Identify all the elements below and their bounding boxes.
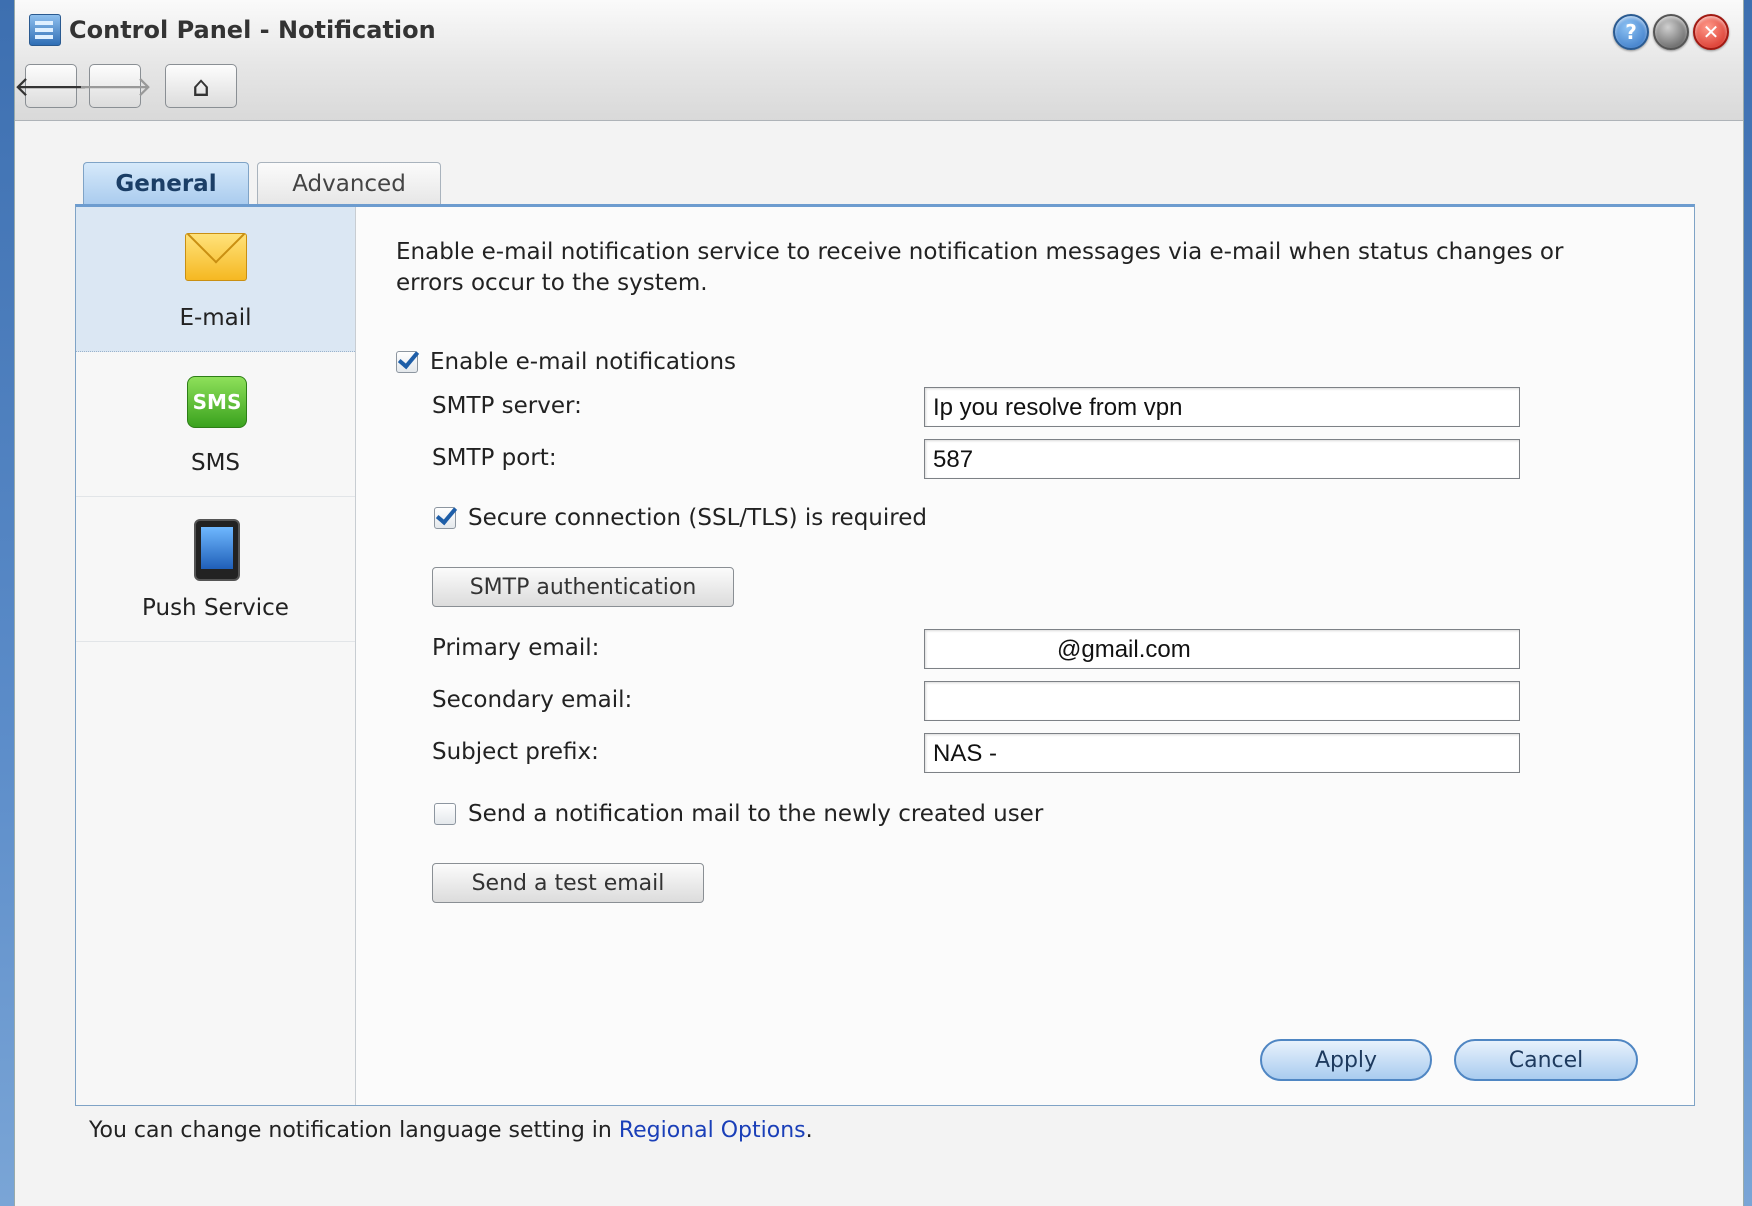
email-description: Enable e-mail notification service to re… xyxy=(396,239,1564,296)
cancel-button[interactable]: Cancel xyxy=(1454,1039,1638,1081)
forward-button[interactable]: 🡒 xyxy=(77,64,153,108)
window-title: Control Panel - Notification xyxy=(69,16,436,44)
sidebar-item-email[interactable]: E-mail xyxy=(76,207,355,352)
sidebar-item-label: E-mail xyxy=(179,305,252,331)
ssl-label: Secure connection (SSL/TLS) is required xyxy=(468,505,927,531)
back-button[interactable]: 🡐 xyxy=(13,64,89,108)
footer-note: You can change notification language set… xyxy=(89,1118,813,1143)
enable-email-row[interactable]: Enable e-mail notifications xyxy=(396,349,736,375)
sidebar-item-label: Push Service xyxy=(142,595,289,621)
close-icon[interactable]: ✕ xyxy=(1693,14,1729,50)
envelope-icon xyxy=(185,233,247,281)
notify-new-user-row[interactable]: Send a notification mail to the newly cr… xyxy=(434,801,1043,827)
enable-email-checkbox[interactable] xyxy=(396,351,418,373)
home-button[interactable]: ⌂ xyxy=(165,64,237,108)
subject-prefix-field[interactable]: NAS - xyxy=(924,733,1520,773)
enable-email-label: Enable e-mail notifications xyxy=(430,349,737,375)
sidebar-item-sms[interactable]: SMS SMS xyxy=(76,352,355,497)
primary-email-field[interactable]: @gmail.com xyxy=(924,629,1520,669)
control-panel-icon xyxy=(29,14,61,46)
smtp-port-label: SMTP port: xyxy=(432,445,557,471)
tab-advanced[interactable]: Advanced xyxy=(257,162,441,205)
apply-button[interactable]: Apply xyxy=(1260,1039,1432,1081)
notify-new-user-checkbox[interactable] xyxy=(434,803,456,825)
sms-icon: SMS xyxy=(187,376,247,428)
smtp-server-label: SMTP server: xyxy=(432,393,582,419)
home-icon: ⌂ xyxy=(192,69,210,103)
footer-text: You can change notification language set… xyxy=(89,1118,612,1143)
secondary-email-label: Secondary email: xyxy=(432,687,633,713)
minimize-icon[interactable] xyxy=(1653,14,1689,50)
sidebar-item-label: SMS xyxy=(190,450,241,476)
notification-panel: E-mail SMS SMS Push Service Enable e-mai… xyxy=(75,204,1695,1106)
footer-period: . xyxy=(805,1118,813,1143)
help-icon[interactable]: ? xyxy=(1613,14,1649,50)
control-panel-window: Control Panel - Notification ? ✕ 🡐 🡒 ⌂ G… xyxy=(13,0,1744,1206)
primary-email-label: Primary email: xyxy=(432,635,600,661)
subject-prefix-label: Subject prefix: xyxy=(432,739,599,765)
smtp-authentication-button[interactable]: SMTP authentication xyxy=(432,567,734,607)
secondary-email-field[interactable] xyxy=(924,681,1520,721)
tab-general[interactable]: General xyxy=(83,162,249,205)
smtp-server-field[interactable]: Ip you resolve from vpn xyxy=(924,387,1520,427)
sidebar-item-push-service[interactable]: Push Service xyxy=(76,497,355,642)
arrow-right-icon: 🡒 xyxy=(77,70,153,103)
notification-sidebar: E-mail SMS SMS Push Service xyxy=(76,207,356,1105)
notify-new-user-label: Send a notification mail to the newly cr… xyxy=(468,801,1044,827)
send-test-email-button[interactable]: Send a test email xyxy=(432,863,704,903)
ssl-row[interactable]: Secure connection (SSL/TLS) is required xyxy=(434,505,927,531)
mobile-phone-icon xyxy=(194,519,240,581)
title-bar: Control Panel - Notification ? ✕ 🡐 🡒 ⌂ xyxy=(13,0,1743,121)
regional-options-link[interactable]: Regional Options xyxy=(619,1118,806,1143)
email-settings-content: Enable e-mail notification service to re… xyxy=(396,207,1656,1105)
smtp-port-field[interactable]: 587 xyxy=(924,439,1520,479)
ssl-checkbox[interactable] xyxy=(434,507,456,529)
